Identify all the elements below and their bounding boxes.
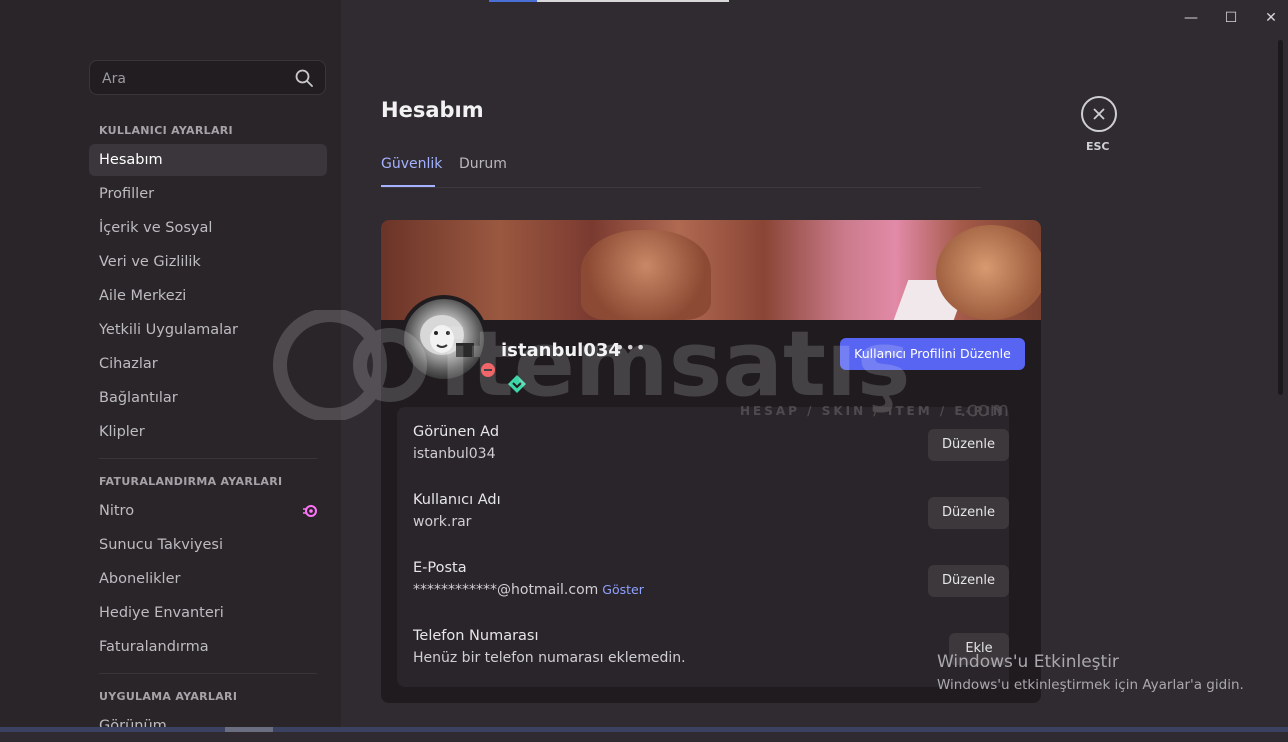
windows-activation-subtitle: Windows'u etkinleştirmek için Ayarlar'a … bbox=[937, 677, 1244, 693]
profile-banner-image bbox=[381, 220, 1041, 320]
main-scrollbar[interactable] bbox=[1278, 40, 1283, 395]
more-options-icon[interactable]: ••• bbox=[615, 338, 646, 357]
email-label: E-Posta bbox=[413, 560, 467, 576]
windows-activation-title: Windows'u Etkinleştir bbox=[937, 652, 1119, 672]
avatar-frame bbox=[400, 295, 498, 383]
tab-active-indicator bbox=[381, 185, 435, 187]
maximize-icon[interactable]: ☐ bbox=[1220, 8, 1242, 28]
account-profile-card: istanbul034 ••• Kullanıcı Profilini Düze… bbox=[381, 220, 1041, 703]
tabs-divider bbox=[381, 187, 981, 188]
close-settings-button[interactable] bbox=[1081, 96, 1117, 132]
lion-avatar-image bbox=[420, 315, 474, 357]
sidebar-item-content-social[interactable]: İçerik ve Sosyal bbox=[89, 212, 327, 244]
search-input[interactable] bbox=[100, 68, 284, 90]
username-row: Kullanıcı Adı work.rar bbox=[413, 492, 501, 530]
sidebar-item-server-boost[interactable]: Sunucu Takviyesi bbox=[89, 529, 327, 561]
bottom-scrollbar-thumb[interactable] bbox=[225, 727, 273, 732]
sidebar-item-appearance[interactable]: Görünüm bbox=[89, 710, 327, 742]
nitro-icon bbox=[303, 505, 317, 517]
search-icon[interactable] bbox=[295, 69, 313, 87]
section-title-app-settings: UYGULAMA AYARLARI bbox=[99, 690, 238, 703]
avatar bbox=[404, 299, 484, 379]
reveal-email-link[interactable]: Göster bbox=[602, 582, 644, 597]
username-label: Kullanıcı Adı bbox=[413, 492, 501, 508]
close-window-icon[interactable]: ✕ bbox=[1260, 8, 1282, 28]
section-title-user-settings: KULLANICI AYARLARI bbox=[99, 124, 233, 137]
tab-security[interactable]: Güvenlik bbox=[381, 156, 442, 172]
phone-row: Telefon Numarası Henüz bir telefon numar… bbox=[413, 628, 686, 666]
sidebar-item-authorized-apps[interactable]: Yetkili Uygulamalar bbox=[89, 314, 327, 346]
email-row: E-Posta ************@hotmail.com Göster bbox=[413, 560, 644, 598]
edit-display-name-button[interactable]: Düzenle bbox=[928, 429, 1009, 461]
account-info-panel: Görünen Ad istanbul034 Düzenle Kullanıcı… bbox=[397, 407, 1009, 687]
sidebar-item-clips[interactable]: Klipler bbox=[89, 416, 327, 448]
display-name-label: Görünen Ad bbox=[413, 424, 500, 440]
close-icon bbox=[1093, 108, 1105, 120]
dnd-status-icon bbox=[478, 360, 498, 380]
sidebar-item-gift-inventory[interactable]: Hediye Envanteri bbox=[89, 597, 327, 629]
sidebar-item-profiles[interactable]: Profiller bbox=[89, 178, 327, 210]
sidebar-item-subscriptions[interactable]: Abonelikler bbox=[89, 563, 327, 595]
display-name-row: Görünen Ad istanbul034 bbox=[413, 424, 499, 462]
top-loading-bar bbox=[489, 0, 729, 2]
sidebar-divider bbox=[99, 458, 317, 459]
sidebar-item-connections[interactable]: Bağlantılar bbox=[89, 382, 327, 414]
email-value-line: ************@hotmail.com Göster bbox=[413, 582, 644, 598]
sidebar-item-data-privacy[interactable]: Veri ve Gizlilik bbox=[89, 246, 327, 278]
minimize-icon[interactable]: — bbox=[1180, 8, 1202, 28]
bottom-scrollbar[interactable] bbox=[0, 727, 1288, 732]
edit-username-button[interactable]: Düzenle bbox=[928, 497, 1009, 529]
username-value: work.rar bbox=[413, 514, 472, 530]
quest-badge-icon bbox=[508, 375, 526, 393]
sidebar-item-billing[interactable]: Faturalandırma bbox=[89, 631, 327, 663]
display-name-value: istanbul034 bbox=[413, 446, 496, 462]
esc-label: ESC bbox=[1086, 140, 1110, 153]
tab-status[interactable]: Durum bbox=[459, 156, 507, 172]
profile-username: istanbul034 bbox=[501, 340, 621, 361]
section-title-billing-settings: FATURALANDIRMA AYARLARI bbox=[99, 475, 283, 488]
edit-email-button[interactable]: Düzenle bbox=[928, 565, 1009, 597]
email-value: ************@hotmail.com bbox=[413, 582, 599, 598]
search-box[interactable] bbox=[89, 60, 326, 95]
phone-label: Telefon Numarası bbox=[413, 628, 539, 644]
sidebar-item-nitro[interactable]: Nitro bbox=[89, 495, 327, 527]
phone-value: Henüz bir telefon numarası eklemedin. bbox=[413, 650, 686, 666]
page-title: Hesabım bbox=[381, 98, 484, 122]
sidebar-item-family-center[interactable]: Aile Merkezi bbox=[89, 280, 327, 312]
sidebar-divider bbox=[99, 673, 317, 674]
edit-user-profile-button[interactable]: Kullanıcı Profilini Düzenle bbox=[840, 338, 1025, 370]
sidebar-item-devices[interactable]: Cihazlar bbox=[89, 348, 327, 380]
sidebar-item-my-account[interactable]: Hesabım bbox=[89, 144, 327, 176]
